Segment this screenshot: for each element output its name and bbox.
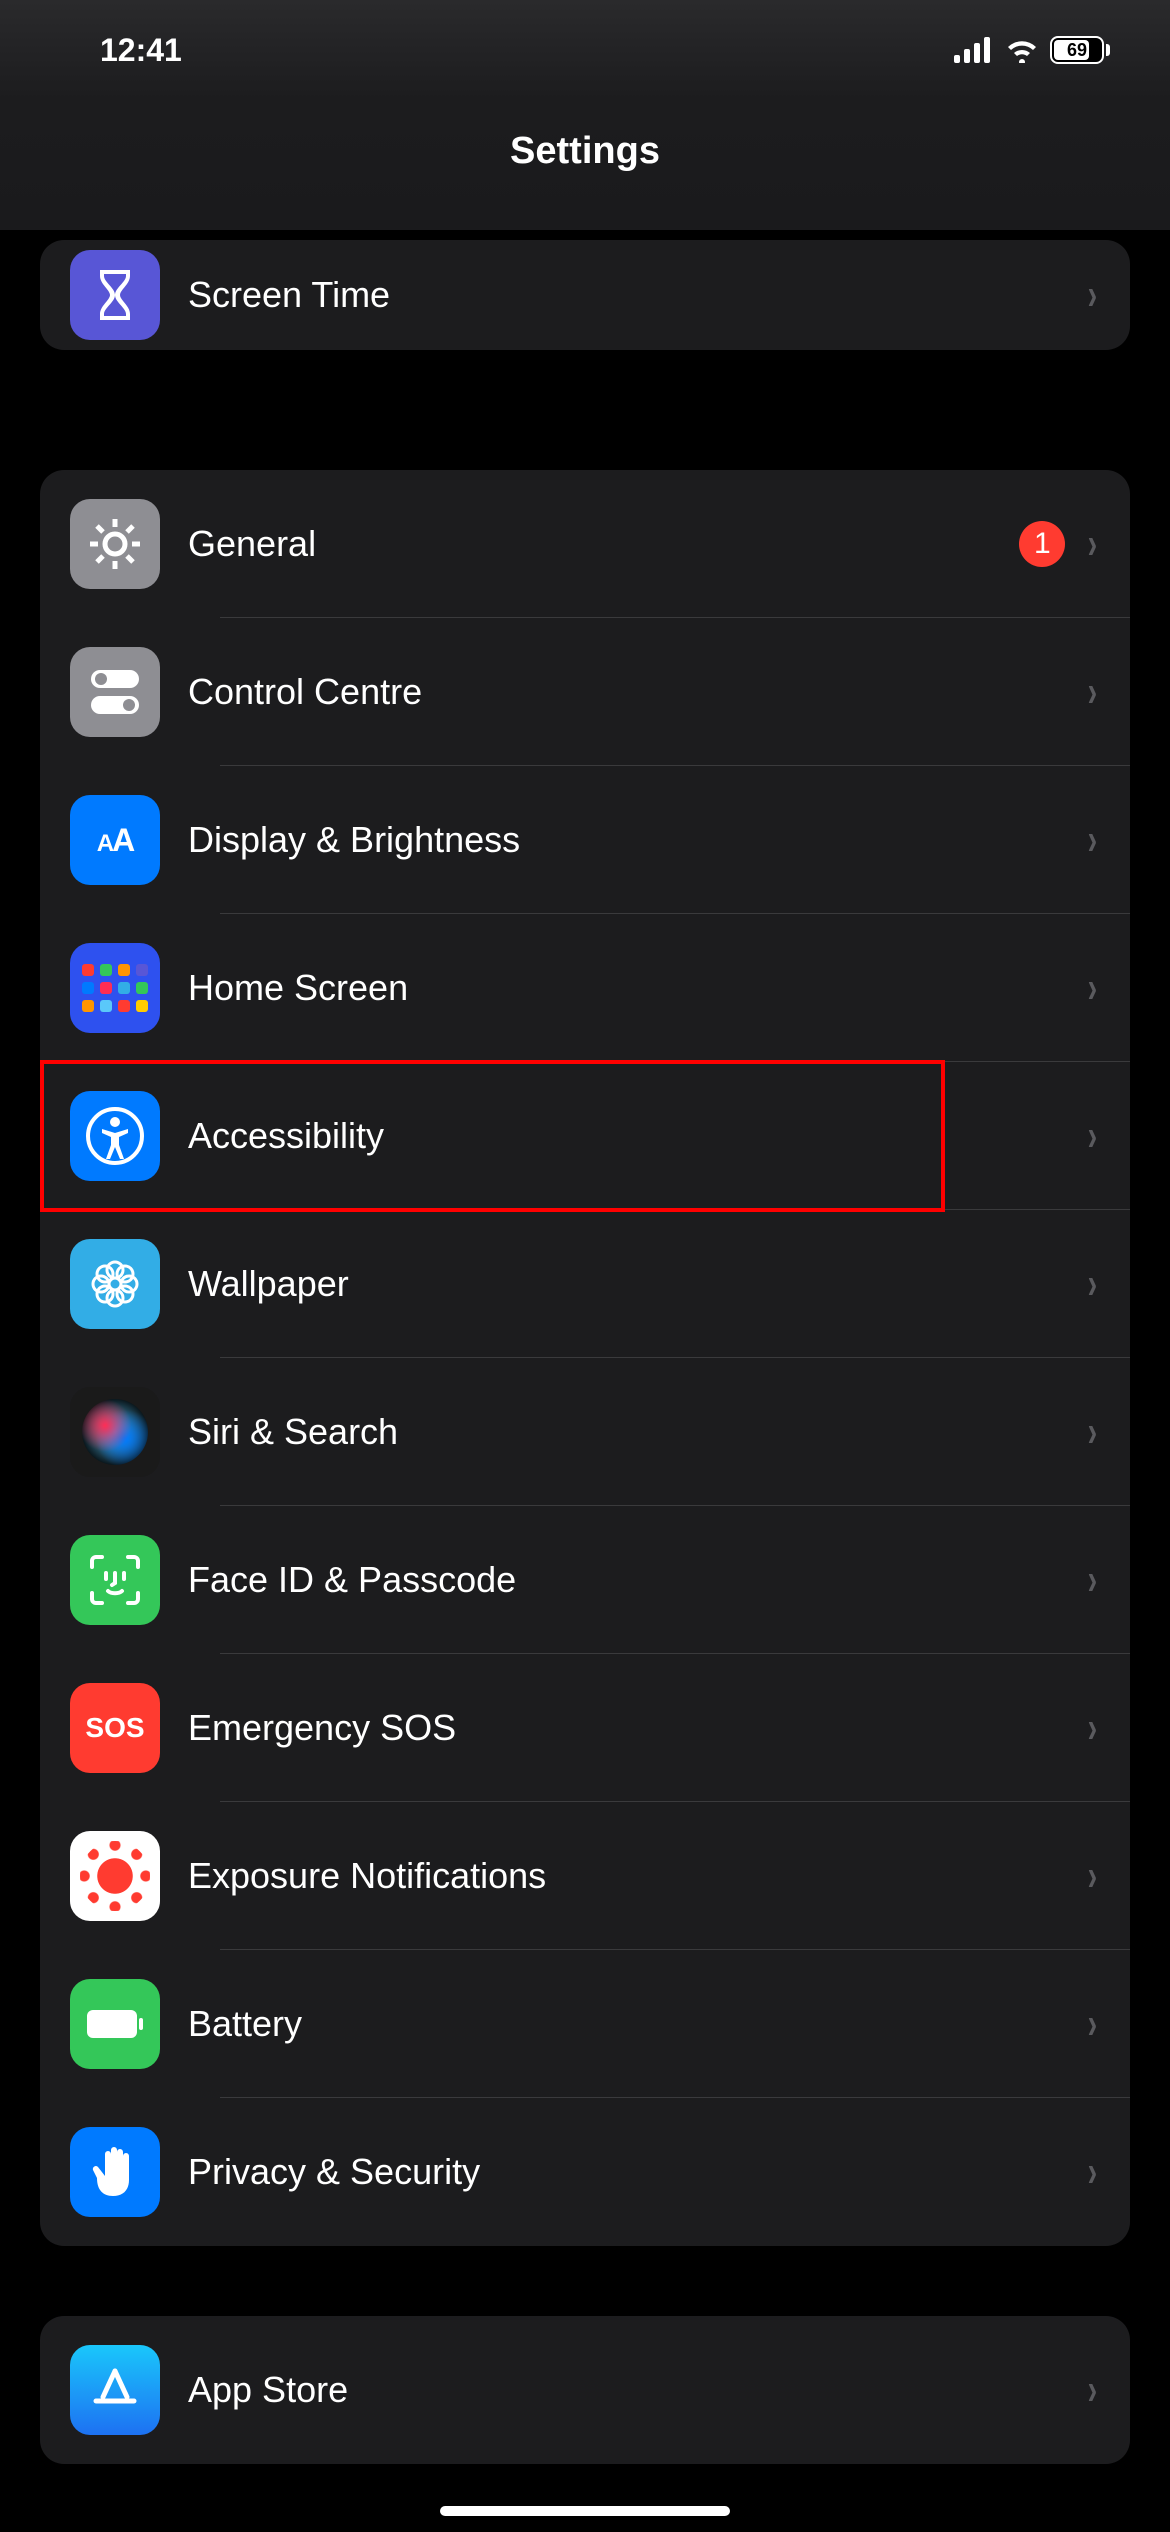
settings-group: Screen Time ›: [40, 240, 1130, 350]
siri-icon: [70, 1387, 160, 1477]
row-home-screen[interactable]: Home Screen ›: [40, 914, 1130, 1062]
sos-icon: SOS: [70, 1683, 160, 1773]
row-battery[interactable]: Battery ›: [40, 1950, 1130, 2098]
chevron-right-icon: ›: [1088, 667, 1098, 717]
chevron-right-icon: ›: [1088, 270, 1098, 320]
home-indicator[interactable]: [440, 2506, 730, 2516]
row-emergency-sos[interactable]: SOS Emergency SOS ›: [40, 1654, 1130, 1802]
app-store-icon: [70, 2345, 160, 2435]
row-display-brightness[interactable]: AA Display & Brightness ›: [40, 766, 1130, 914]
accessibility-icon: [70, 1091, 160, 1181]
page-title: Settings: [510, 130, 660, 173]
row-siri-search[interactable]: Siri & Search ›: [40, 1358, 1130, 1506]
chevron-right-icon: ›: [1088, 1259, 1098, 1309]
chevron-right-icon: ›: [1088, 1555, 1098, 1605]
battery-indicator: 69: [1050, 36, 1110, 64]
row-screen-time[interactable]: Screen Time ›: [40, 240, 1130, 350]
status-indicators: 69: [954, 36, 1110, 64]
flower-icon: [70, 1239, 160, 1329]
chevron-right-icon: ›: [1088, 519, 1098, 569]
row-label: Battery: [188, 2003, 1085, 2045]
face-id-icon: [70, 1535, 160, 1625]
chevron-right-icon: ›: [1088, 1851, 1098, 1901]
status-time: 12:41: [100, 32, 182, 69]
text-size-icon: AA: [70, 795, 160, 885]
chevron-right-icon: ›: [1088, 1111, 1098, 1161]
chevron-right-icon: ›: [1088, 1407, 1098, 1457]
row-label: Accessibility: [188, 1115, 1085, 1157]
app-grid-icon: [70, 943, 160, 1033]
chevron-right-icon: ›: [1088, 2147, 1098, 2197]
row-exposure-notifications[interactable]: Exposure Notifications ›: [40, 1802, 1130, 1950]
chevron-right-icon: ›: [1088, 963, 1098, 1013]
row-app-store[interactable]: App Store ›: [40, 2316, 1130, 2464]
switches-icon: [70, 647, 160, 737]
hand-icon: [70, 2127, 160, 2217]
row-label: Siri & Search: [188, 1411, 1085, 1453]
gear-icon: [70, 499, 160, 589]
status-bar: 12:41 69: [0, 0, 1170, 100]
hourglass-icon: [70, 250, 160, 340]
row-face-id-passcode[interactable]: Face ID & Passcode ›: [40, 1506, 1130, 1654]
row-label: Privacy & Security: [188, 2151, 1085, 2193]
row-label: Exposure Notifications: [188, 1855, 1085, 1897]
row-label: Wallpaper: [188, 1263, 1085, 1305]
chevron-right-icon: ›: [1088, 815, 1098, 865]
row-general[interactable]: General 1 ›: [40, 470, 1130, 618]
exposure-icon: [70, 1831, 160, 1921]
battery-icon: [70, 1979, 160, 2069]
settings-group: General 1 › Control Centre › AA Display …: [40, 470, 1130, 2246]
row-label: Face ID & Passcode: [188, 1559, 1085, 1601]
settings-group: App Store ›: [40, 2316, 1130, 2464]
row-label: Display & Brightness: [188, 819, 1085, 861]
chevron-right-icon: ›: [1088, 1703, 1098, 1753]
notification-badge: 1: [1019, 521, 1065, 567]
row-label: Control Centre: [188, 671, 1085, 713]
chevron-right-icon: ›: [1088, 1999, 1098, 2049]
row-label: Screen Time: [188, 274, 1085, 316]
cellular-icon: [954, 37, 994, 63]
row-label: App Store: [188, 2369, 1085, 2411]
row-accessibility[interactable]: Accessibility ›: [40, 1062, 1130, 1210]
row-label: Home Screen: [188, 967, 1085, 1009]
row-wallpaper[interactable]: Wallpaper ›: [40, 1210, 1130, 1358]
page-header: Settings: [0, 100, 1170, 230]
row-label: General: [188, 523, 1019, 565]
chevron-right-icon: ›: [1088, 2365, 1098, 2415]
row-privacy-security[interactable]: Privacy & Security ›: [40, 2098, 1130, 2246]
row-control-centre[interactable]: Control Centre ›: [40, 618, 1130, 766]
row-label: Emergency SOS: [188, 1707, 1085, 1749]
settings-list[interactable]: Screen Time › General 1 › Control Centre…: [0, 240, 1170, 2464]
wifi-icon: [1004, 37, 1040, 63]
